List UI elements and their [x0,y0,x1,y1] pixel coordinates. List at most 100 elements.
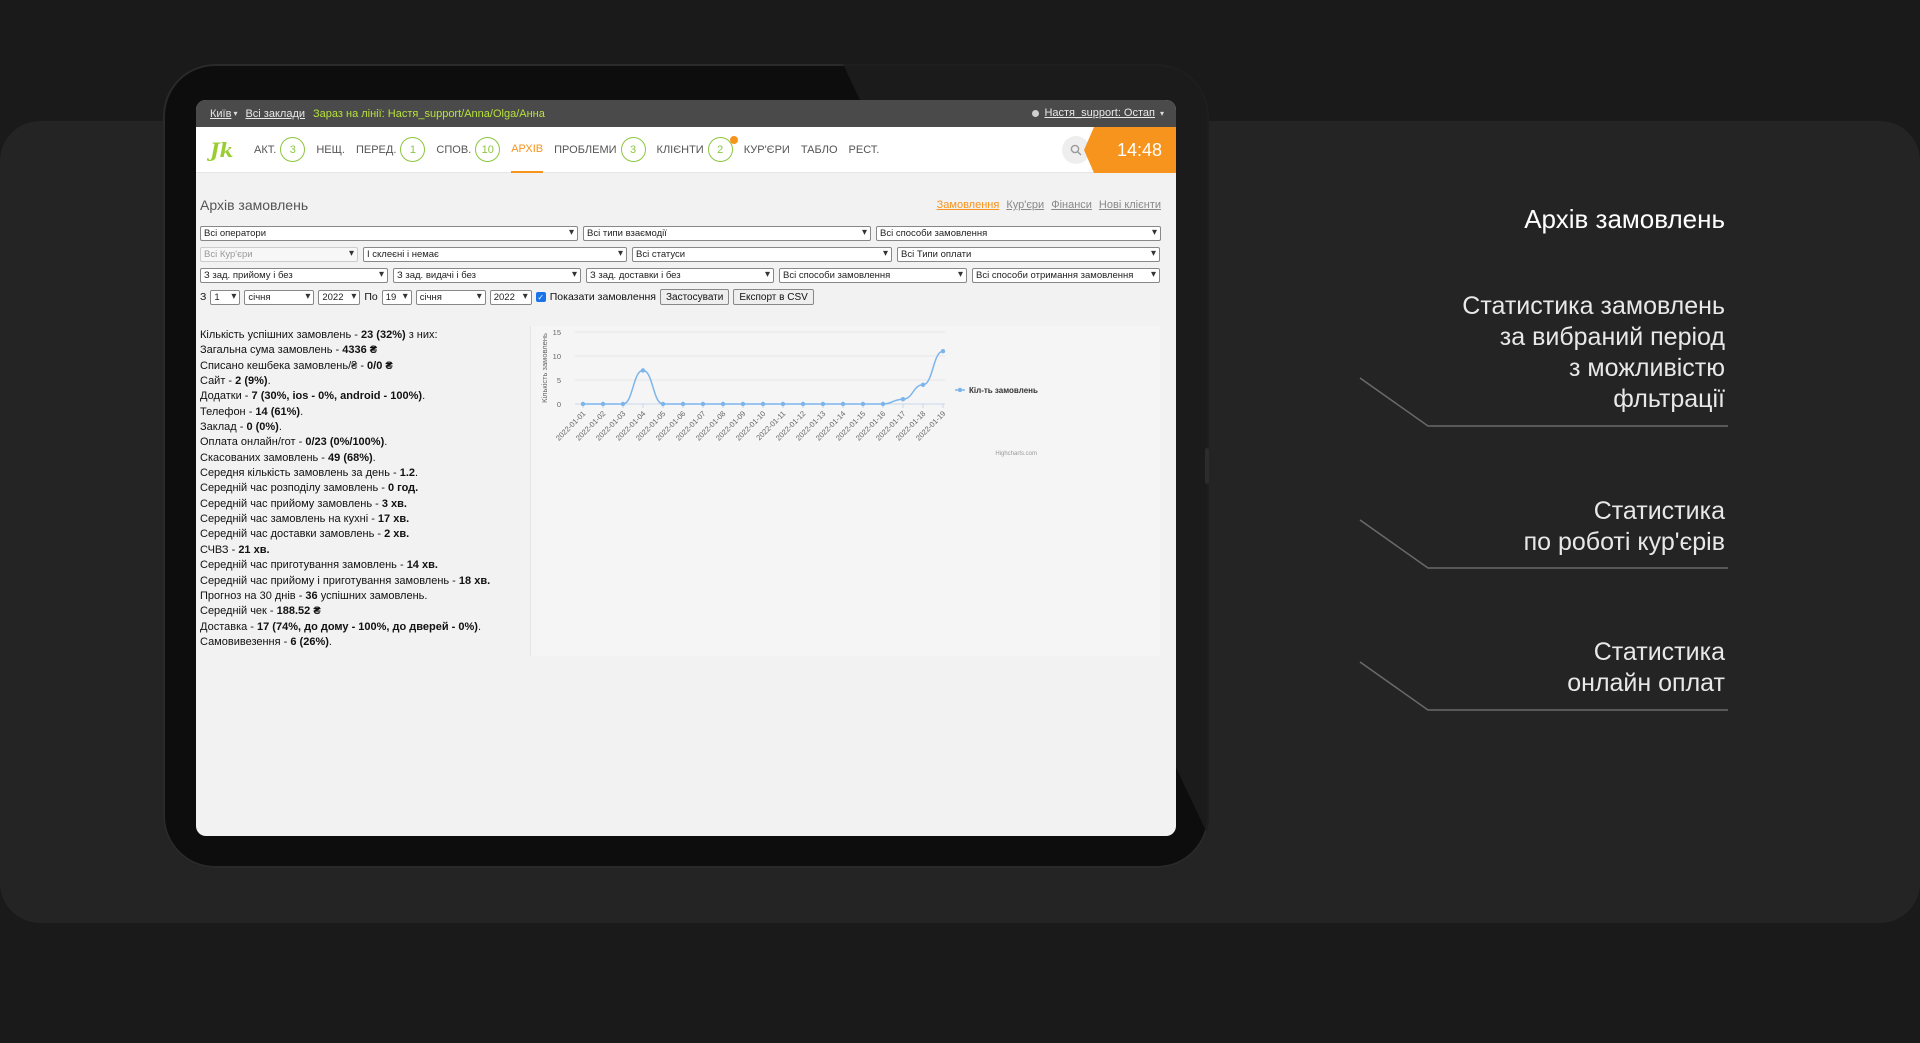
count-badge: 10 [475,137,501,162]
interaction-type-select[interactable]: Всі типи взаємодії [583,226,871,241]
subnav-new-clients[interactable]: Нові клієнти [1099,199,1161,211]
stat-suffix: . [384,436,388,449]
leader-line [1359,377,1728,427]
chevron-down-icon: ▾ [1159,108,1164,118]
nav-label: НЕЩ. [316,143,345,156]
to-year-select[interactable]: 2022 [489,289,532,305]
stat-value: 4336 ₴ [342,344,378,357]
chevron-down-icon: ▾ [233,109,238,118]
stat-value: 0 год. [387,482,419,495]
stats-list: Кількість успішних замовлень - 23 (32%) … [200,328,490,650]
stat-row: Заклад - 0 (0%). [200,420,490,435]
data-point [900,397,906,402]
order-method-select-2[interactable]: Всі способи замовлення [779,268,967,283]
filters: Всі оператори Всі типи взаємодії Всі спо… [200,226,1161,311]
nav-item-preorders[interactable]: ПЕРЕД. 1 [356,127,426,173]
export-csv-button[interactable]: Експорт в CSV [733,289,814,305]
stat-value: 14 (61%) [255,405,301,418]
places-select[interactable]: Всі заклади [245,108,305,120]
show-orders-checkbox[interactable]: ✓ [535,292,546,302]
user-menu[interactable]: Настя_support: Остап ▾ [1032,107,1164,119]
receiving-method-select[interactable]: Всі способи отримання замовлення [972,268,1160,283]
subnav-finances[interactable]: Фінанси [1051,199,1092,211]
user-name[interactable]: Настя_support: Остап [1044,107,1155,119]
stat-value: 0/23 (0%/100%) [305,436,385,449]
nav-item-couriers[interactable]: КУР'ЄРИ [744,127,790,173]
nav-label: КУР'ЄРИ [743,143,790,156]
stat-value: 23 (32%) [361,329,406,341]
count-badge: 3 [280,137,306,162]
stat-label: Середня кількість замовлень за день - [200,467,400,480]
order-method-select[interactable]: Всі способи замовлення [876,226,1161,241]
accept-delay-select[interactable]: З зад. прийому і без [200,268,388,283]
stat-row: Середній час розподілу замовлень - 0 год… [200,481,490,496]
status-dot-icon [1032,109,1040,117]
stat-row: Оплата онлайн/гот - 0/23 (0%/100%). [200,435,490,450]
stat-label: Прогноз на 30 днів - [200,589,306,602]
from-label: З [200,291,207,303]
from-month-select[interactable]: січня [244,289,315,305]
data-point [600,401,606,407]
stat-value: 17 (74%, до дому - 100%, до дверей - 0%) [257,620,478,633]
nav-item-active[interactable]: АКТ. 3 [254,127,306,173]
count-badge: 3 [620,137,646,162]
to-month-select[interactable]: січня [415,289,486,305]
city-select[interactable]: Київ [210,108,231,120]
stat-label: Оплата онлайн/гот - [200,436,306,449]
stat-row: Середній чек - 188.52 ₴ [200,604,490,619]
stat-label: СЧВЗ - [200,543,239,556]
stat-row: Середня кількість замовлень за день - 1.… [200,466,490,481]
nav-item-board[interactable]: ТАБЛО [801,127,838,173]
stat-label: Доставка - [200,620,258,633]
courier-select[interactable]: Всі Кур'єри [200,247,358,262]
stat-row: СЧВЗ - 21 хв. [200,543,490,558]
subnav-couriers[interactable]: Кур'єри [1006,199,1044,211]
stat-label: Скасованих замовлень - [200,451,329,464]
stat-row: Доставка - 17 (74%, до дому - 100%, до д… [200,620,490,635]
to-day-select[interactable]: 19 [381,289,412,305]
stat-value: 49 (68%) [328,451,373,464]
data-point [640,368,646,373]
series-line [582,350,944,405]
y-tick-label: 10 [553,352,561,361]
nav-item-clients[interactable]: КЛІЄНТИ 2 [656,127,738,173]
nav-item-unassigned[interactable]: НЕЩ. [316,127,345,173]
stat-value: 1.2 [399,467,416,480]
nav-item-notifications[interactable]: СПОВ. 10 [436,127,501,173]
subnav-orders[interactable]: Замовлення [937,199,1000,211]
data-point [800,401,806,407]
stat-value: 188.52 ₴ [276,605,321,618]
stat-row: Середній час замовлень на кухні - 17 хв. [200,512,490,527]
stat-row: Телефон - 14 (61%). [200,405,490,420]
operator-select[interactable]: Всі оператори [200,226,578,241]
nav-item-restaurants[interactable]: РЕСТ. [849,127,880,173]
apply-button[interactable]: Застосувати [659,289,730,305]
stat-label: Середній чек - [200,605,277,618]
chart-credit: Highcharts.com [995,451,1037,457]
nav-label: КЛІЄНТИ [656,143,704,156]
stat-value: 2 хв. [384,528,410,541]
annotation-title: Архів замовлень [1524,204,1725,234]
stat-value: 3 хв. [381,497,407,510]
count-badge: 2 [707,137,733,162]
data-point [660,401,666,407]
data-point [680,401,686,407]
nav-item-archive[interactable]: АРХІВ [511,127,544,173]
data-point [760,401,766,407]
delivery-delay-select[interactable]: З зад. доставки і без [586,268,774,283]
payment-type-select[interactable]: Всі Типи оплати [897,247,1160,262]
logo[interactable]: Jk [210,138,240,162]
from-day-select[interactable]: 1 [210,289,241,305]
legend-marker [957,387,963,393]
merged-select[interactable]: І склеєні і немає [363,247,627,262]
nav-label: ПРОБЛЕМИ [554,143,617,156]
stat-label: Сайт - [200,375,236,388]
handover-delay-select[interactable]: З зад. видачі і без [393,268,581,283]
stat-label: Середній час розподілу замовлень - [200,482,388,495]
nav-item-problems[interactable]: ПРОБЛЕМИ 3 [554,127,646,173]
status-select[interactable]: Всі статуси [632,247,892,262]
stat-suffix: . [278,421,282,434]
nav-label: РЕСТ. [848,143,880,156]
nav-label: ТАБЛО [800,143,838,156]
from-year-select[interactable]: 2022 [318,289,361,305]
